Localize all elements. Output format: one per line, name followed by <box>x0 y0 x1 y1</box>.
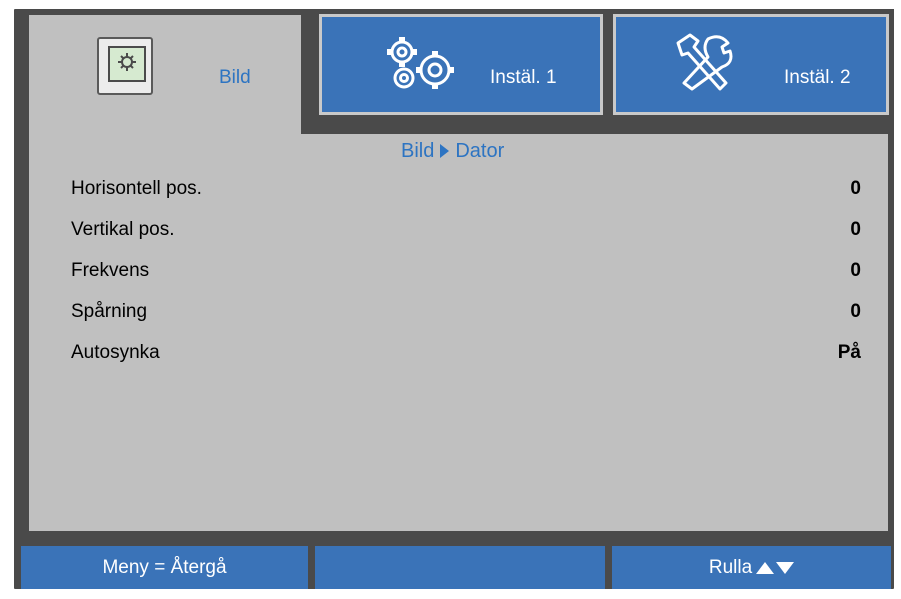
setting-value: 0 <box>850 178 861 199</box>
setting-row-frekvens[interactable]: Frekvens 0 <box>71 260 861 292</box>
breadcrumb-parent: Bild <box>401 140 435 162</box>
picture-icon <box>97 37 153 95</box>
setting-label: Frekvens <box>71 260 150 281</box>
setting-label: Spårning <box>71 301 148 322</box>
setting-row-autosynka[interactable]: Autosynka På <box>71 342 861 374</box>
tab-label-instal-2: Instäl. 2 <box>784 67 851 88</box>
breadcrumb-current: Dator <box>455 140 505 162</box>
setting-row-vertikal-pos[interactable]: Vertikal pos. 0 <box>71 219 861 251</box>
footer-menu-hint: Meny = Återgå <box>21 546 308 589</box>
gears-icon <box>380 32 462 101</box>
tab-instal-2[interactable]: Instäl. 2 <box>608 9 894 120</box>
setting-value: 0 <box>850 260 861 281</box>
setting-value: På <box>837 342 861 363</box>
footer-menu-hint-text: Meny = Återgå <box>102 556 227 578</box>
tab-label-instal-1: Instäl. 1 <box>490 67 557 88</box>
setting-label: Horisontell pos. <box>71 178 202 199</box>
tab-instal-1[interactable]: Instäl. 1 <box>314 9 608 120</box>
breadcrumb-arrow-icon <box>440 144 450 158</box>
setting-value: 0 <box>850 219 861 240</box>
breadcrumb: Bild Dator <box>401 140 504 163</box>
footer-scroll-hint: Rulla <box>612 546 891 589</box>
setting-label: Vertikal pos. <box>71 219 175 240</box>
setting-row-horisontell-pos[interactable]: Horisontell pos. 0 <box>71 178 861 210</box>
tab-label-bild: Bild <box>219 67 251 88</box>
tools-icon <box>668 29 740 100</box>
footer-scroll-hint-text: Rulla <box>708 556 753 578</box>
setting-row-sparning[interactable]: Spårning 0 <box>71 301 861 333</box>
footer-middle <box>315 546 605 589</box>
arrow-up-icon <box>756 561 775 574</box>
tab-bild[interactable]: Bild <box>23 9 307 134</box>
arrow-down-icon <box>776 561 795 574</box>
settings-panel: Bild Dator Horisontell pos. 0 Vertikal po… <box>23 128 894 537</box>
setting-value: 0 <box>850 301 861 322</box>
setting-label: Autosynka <box>71 342 160 363</box>
